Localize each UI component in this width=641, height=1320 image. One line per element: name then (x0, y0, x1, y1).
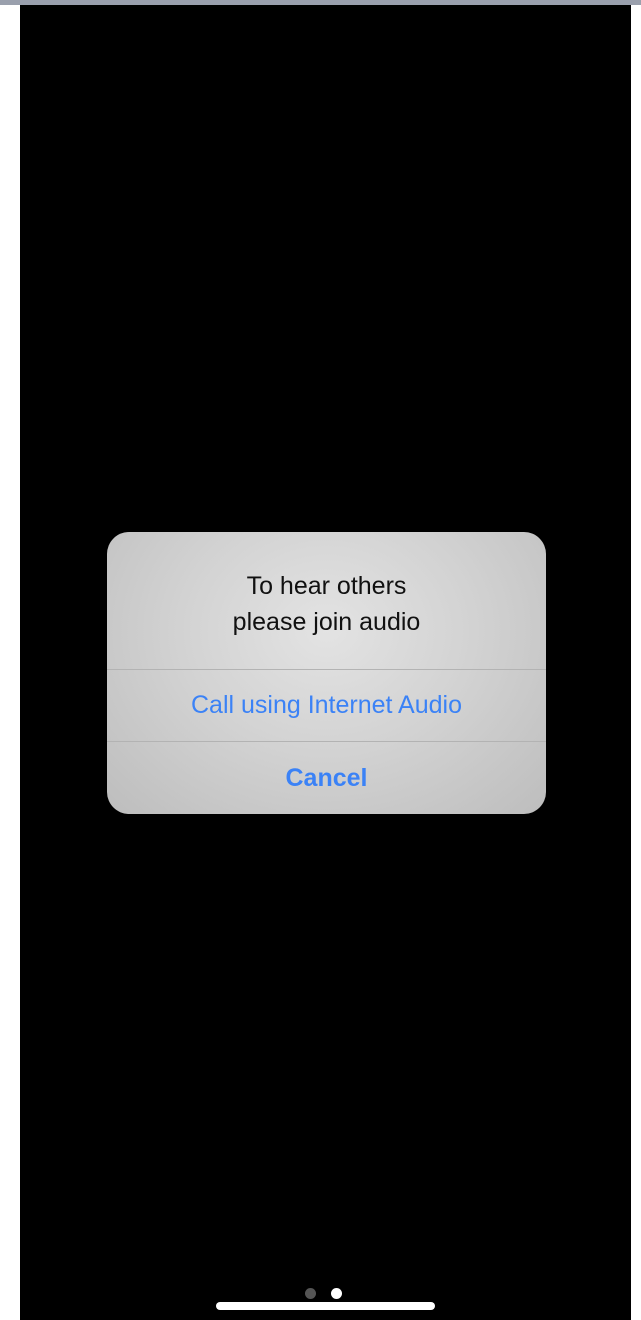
alert-message-line-2: please join audio (232, 608, 421, 636)
cancel-button[interactable]: Cancel (107, 742, 546, 814)
call-using-internet-audio-button[interactable]: Call using Internet Audio (107, 670, 546, 741)
page-indicator[interactable] (305, 1288, 345, 1300)
alert-message: To hear others please join audio (107, 532, 546, 669)
phone-screen: To hear others please join audio Call us… (20, 5, 631, 1320)
page-dot-2-current[interactable] (331, 1288, 342, 1299)
alert-message-line-1: To hear others (246, 572, 407, 600)
join-audio-alert: To hear others please join audio Call us… (107, 532, 546, 814)
page-dot-1[interactable] (305, 1288, 316, 1299)
right-margin (631, 5, 641, 1320)
left-margin (0, 5, 20, 1320)
home-indicator-bar[interactable] (216, 1302, 435, 1310)
